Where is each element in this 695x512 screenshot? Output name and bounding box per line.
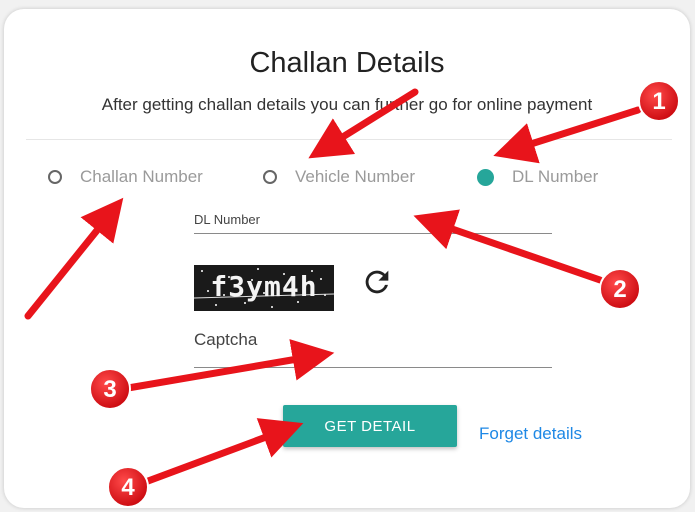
radio-label-challan-number: Challan Number [80, 167, 203, 186]
radio-checked-icon [477, 168, 494, 186]
radio-label-dl-number: DL Number [512, 167, 599, 186]
radio-circle-icon [263, 170, 277, 184]
radio-challan-number[interactable]: Challan Number [48, 165, 203, 189]
captcha-text: f3ym4h [210, 270, 318, 303]
captcha-field: Captcha [194, 325, 556, 368]
challan-card: Challan Details After getting challan de… [4, 9, 690, 508]
refresh-captcha-icon[interactable] [360, 265, 394, 299]
dl-number-input[interactable] [194, 212, 556, 231]
radio-label-vehicle-number: Vehicle Number [295, 167, 416, 186]
dl-number-field: DL Number [194, 209, 556, 234]
radio-dl-number[interactable]: DL Number [477, 165, 598, 189]
captcha-image: f3ym4h [194, 265, 334, 311]
page-subtitle: After getting challan details you can fu… [101, 95, 593, 114]
divider [26, 139, 672, 140]
radio-vehicle-number[interactable]: Vehicle Number [263, 165, 415, 189]
forget-details-link[interactable]: Forget details [479, 424, 582, 444]
captcha-input[interactable] [194, 346, 556, 365]
get-detail-button[interactable]: GET DETAIL [283, 405, 457, 447]
page-title: Challan Details [249, 47, 445, 79]
radio-circle-icon [48, 170, 62, 184]
